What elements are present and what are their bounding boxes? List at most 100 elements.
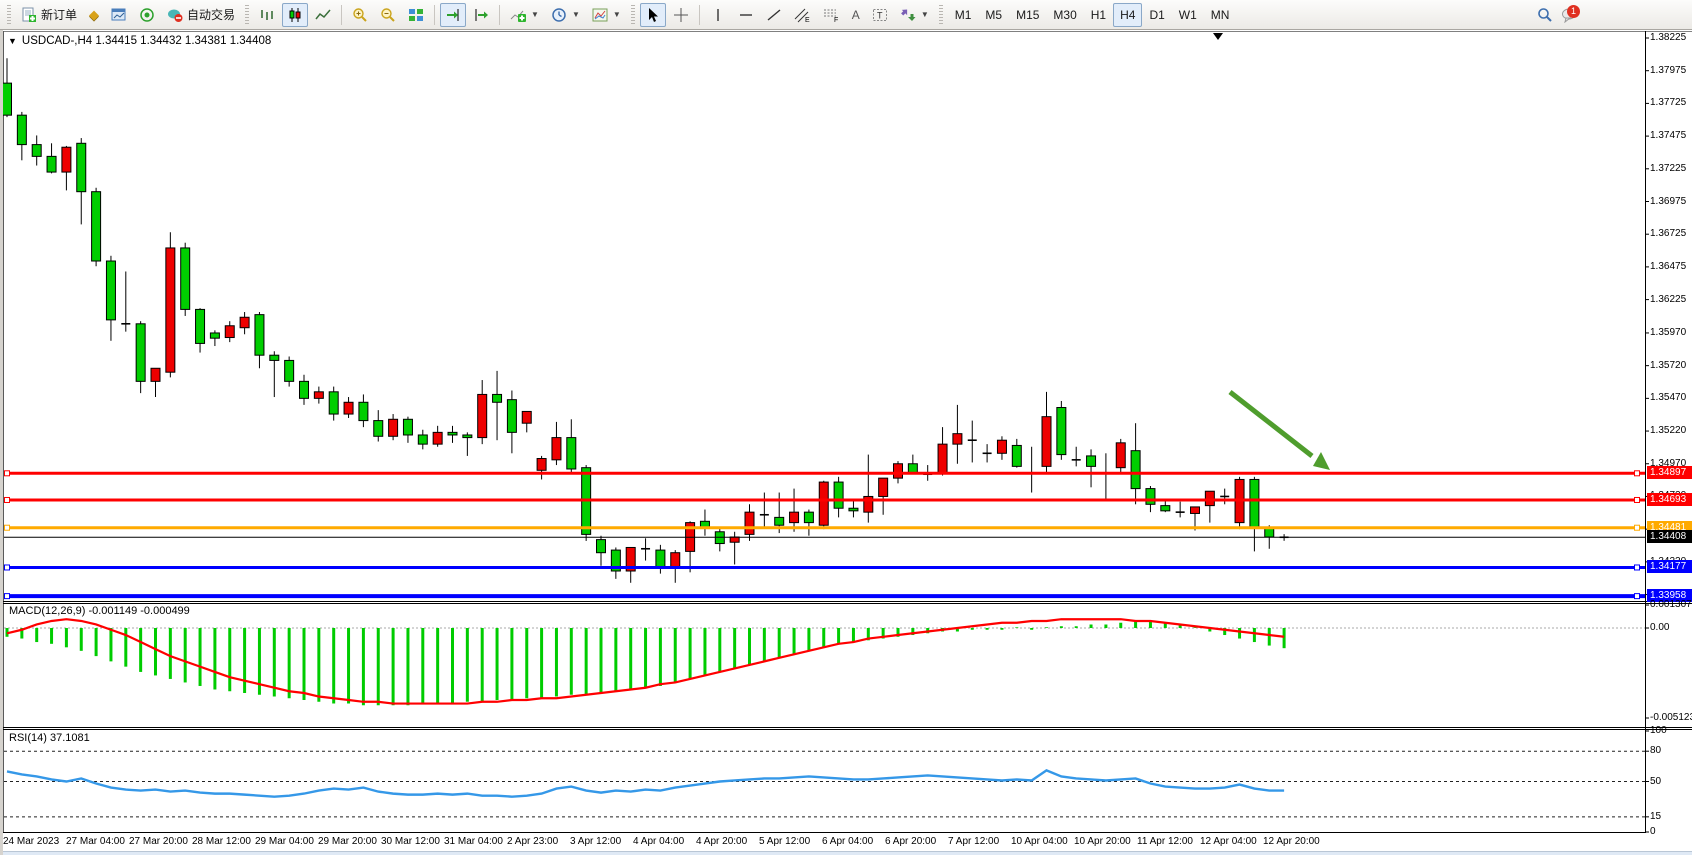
trendline-icon (766, 7, 782, 23)
candlestick-chart-icon (287, 7, 303, 23)
price-tick-label: 1.37475 (1650, 130, 1686, 141)
toolbar-grip (7, 5, 11, 25)
search-button[interactable] (1532, 3, 1558, 27)
chat-button[interactable]: 1 (1556, 3, 1584, 27)
zoom-in-button[interactable] (347, 3, 373, 27)
candle-bull (894, 464, 903, 478)
candlestick-chart-button[interactable] (282, 3, 308, 27)
toolbar-grip (939, 5, 943, 25)
candle-bull (953, 434, 962, 444)
toolbar-separator (434, 5, 435, 25)
candle-bear (1057, 408, 1066, 455)
profiles-button[interactable]: ◆ (84, 3, 104, 27)
candle-bull (745, 512, 754, 534)
time-label: 31 Mar 04:00 (444, 836, 503, 847)
window-left-edge (0, 30, 3, 855)
chart-collapse-icon[interactable]: ▼ (8, 36, 17, 46)
auto-scroll-button[interactable] (440, 3, 466, 27)
candle-bull (671, 553, 680, 567)
time-label: 5 Apr 12:00 (759, 836, 810, 847)
tile-windows-button[interactable] (403, 3, 429, 27)
timeframe-button-d1[interactable]: D1 (1142, 3, 1171, 27)
arrows-icon (900, 7, 916, 23)
price-tick-label: 1.36975 (1650, 196, 1686, 207)
trendline-button[interactable] (761, 3, 787, 27)
macd-tick-label: 0.00 (1650, 622, 1669, 633)
time-label: 12 Apr 04:00 (1200, 836, 1257, 847)
price-line-tag: 1.34897 (1647, 466, 1692, 479)
line-chart-button[interactable] (310, 3, 336, 27)
new-order-icon (21, 7, 37, 23)
chevron-down-icon: ▼ (531, 10, 539, 19)
time-label: 29 Mar 20:00 (318, 836, 377, 847)
chart-workspace: ▼ USDCAD-,H4 1.34415 1.34432 1.34381 1.34… (0, 30, 1692, 855)
timeframe-button-m5[interactable]: M5 (978, 3, 1009, 27)
timeframe-button-m30[interactable]: M30 (1046, 3, 1083, 27)
time-label: 11 Apr 12:00 (1137, 836, 1193, 847)
arrows-button[interactable]: ▼ (895, 3, 934, 27)
vertical-line-button[interactable] (705, 3, 731, 27)
rsi-tick-label: 80 (1650, 745, 1661, 756)
macd-tick-label: -0.005123 (1650, 712, 1692, 723)
charts-window-button[interactable] (106, 3, 132, 27)
line-chart-icon (315, 7, 331, 23)
signal-button[interactable] (134, 3, 160, 27)
macd-tick-label: 0.001307 (1650, 599, 1692, 610)
macd-indicator-label: MACD(12,26,9) -0.001149 -0.000499 (9, 605, 190, 617)
time-label: 2 Apr 23:00 (507, 836, 558, 847)
templates-icon (592, 7, 608, 23)
line-handle (1635, 594, 1640, 599)
periods-button[interactable]: ▼ (546, 3, 585, 27)
candle-bear (47, 156, 56, 172)
toolbar-grip (631, 5, 635, 25)
price-tick-label: 1.37725 (1650, 97, 1686, 108)
new-order-button[interactable]: 新订单 (16, 3, 82, 27)
candle-bear (597, 540, 606, 553)
candle-bear (285, 360, 294, 381)
line-handle (1635, 497, 1640, 502)
profiles-icon: ◆ (89, 7, 99, 23)
signal-icon (139, 7, 155, 23)
price-tick-label: 1.37975 (1650, 65, 1686, 76)
candle-bear (804, 512, 813, 522)
line-handle (5, 565, 10, 570)
time-label: 7 Apr 12:00 (948, 836, 999, 847)
chart-shift-button[interactable] (468, 3, 494, 27)
candle-bear (181, 248, 190, 309)
toolbar: 新订单 ◆ 自动交易 (0, 0, 1692, 30)
candle-bull (166, 248, 175, 372)
candle-bear (908, 464, 917, 473)
equidistant-channel-button[interactable]: E (789, 3, 816, 27)
fibonacci-button[interactable]: F (818, 3, 845, 27)
templates-button[interactable]: ▼ (587, 3, 626, 27)
chart-canvas[interactable] (0, 30, 1692, 855)
timeframe-button-m1[interactable]: M1 (948, 3, 979, 27)
crosshair-button[interactable] (668, 3, 694, 27)
auto-trading-button[interactable]: 自动交易 (162, 3, 240, 27)
zoom-out-button[interactable] (375, 3, 401, 27)
timeframe-button-m15[interactable]: M15 (1009, 3, 1046, 27)
time-label: 6 Apr 04:00 (822, 836, 873, 847)
candle-bull (1042, 417, 1051, 467)
horizontal-line-button[interactable] (733, 3, 759, 27)
indicators-button[interactable]: ▼ (505, 3, 544, 27)
timeframe-button-h4[interactable]: H4 (1113, 3, 1142, 27)
candle-bear (92, 192, 101, 261)
zoom-out-icon (380, 7, 396, 23)
candle-bear (300, 381, 309, 398)
candle-bear (329, 392, 338, 414)
chart-title: ▼ USDCAD-,H4 1.34415 1.34432 1.34381 1.34… (8, 35, 271, 47)
time-label: 27 Mar 04:00 (66, 836, 125, 847)
equidistant-channel-icon: E (794, 7, 811, 23)
price-tick-label: 1.35720 (1650, 360, 1686, 371)
timeframe-button-mn[interactable]: MN (1204, 3, 1237, 27)
text-button[interactable]: A (847, 3, 865, 27)
bar-chart-button[interactable] (254, 3, 280, 27)
rsi-tick-label: 0 (1650, 826, 1656, 837)
timeframe-button-h1[interactable]: H1 (1084, 3, 1113, 27)
chart-title-text: USDCAD-,H4 1.34415 1.34432 1.34381 1.344… (22, 35, 271, 47)
timeframe-button-w1[interactable]: W1 (1172, 3, 1204, 27)
cursor-button[interactable] (640, 3, 666, 27)
window-bottom-edge (0, 851, 1692, 855)
text-label-button[interactable]: T (867, 3, 893, 27)
